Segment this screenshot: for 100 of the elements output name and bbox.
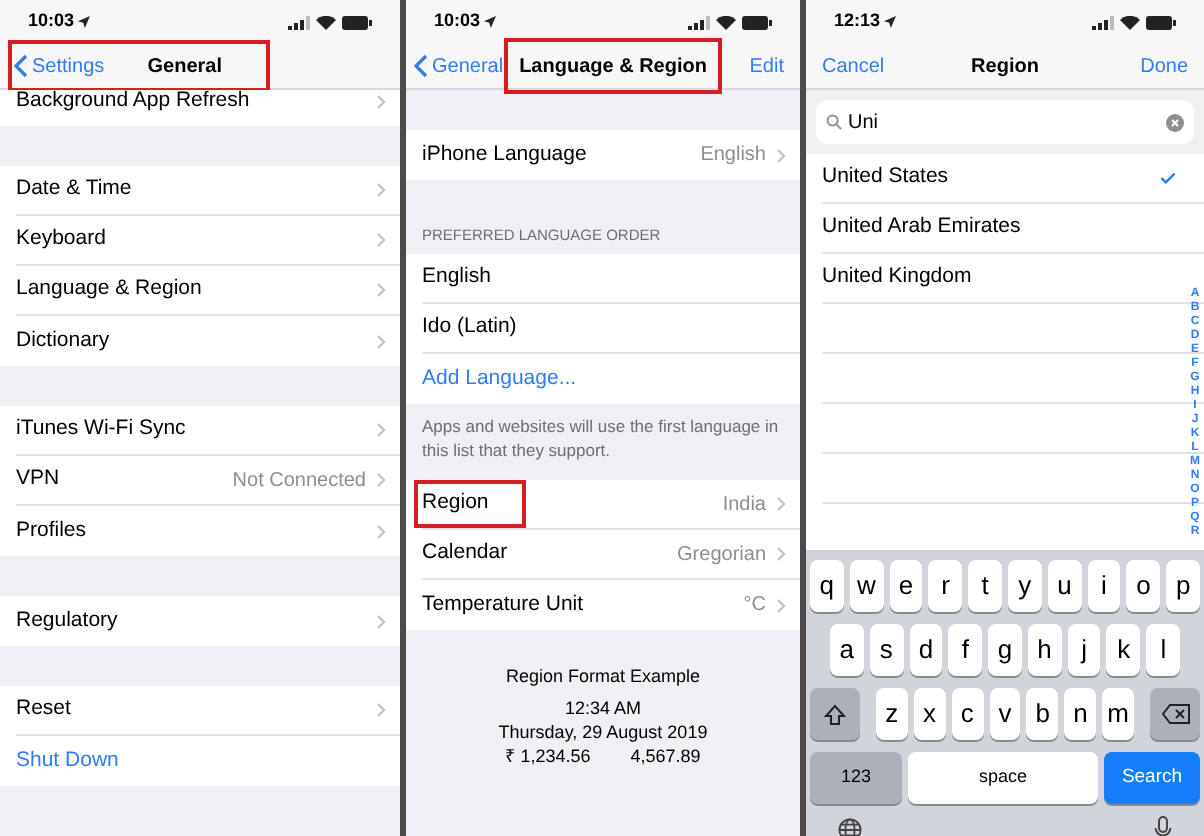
letter-key[interactable]: m <box>1102 688 1135 740</box>
chevron-icon <box>376 333 386 349</box>
status-time: 10:03 <box>28 8 75 35</box>
result-row[interactable]: United States <box>806 154 1204 204</box>
row-label: United Arab Emirates <box>822 212 1021 243</box>
row-label: Region <box>414 480 526 528</box>
settings-row[interactable]: Calendar Gregorian <box>406 530 800 580</box>
row-label: United Kingdom <box>822 262 972 293</box>
battery-icon <box>742 15 772 29</box>
microphone-icon[interactable] <box>1154 816 1172 836</box>
letter-key[interactable]: f <box>948 624 983 676</box>
battery-icon <box>342 15 372 29</box>
search-field[interactable]: Uni <box>816 100 1194 144</box>
back-button[interactable]: Settings <box>14 51 105 81</box>
settings-row[interactable]: Dictionary <box>0 316 400 366</box>
letter-key[interactable]: w <box>849 560 884 612</box>
nav-action-button[interactable]: Done <box>1140 51 1196 81</box>
row-value: °C <box>743 592 766 620</box>
letter-key[interactable]: t <box>968 560 1002 612</box>
letter-key[interactable]: v <box>989 688 1021 740</box>
settings-row[interactable]: Temperature Unit °C <box>406 580 800 630</box>
checkmark-icon <box>1160 172 1176 184</box>
settings-row[interactable]: Region India <box>406 480 800 530</box>
settings-row[interactable]: iPhone Language English <box>406 130 800 180</box>
cancel-button[interactable]: Cancel <box>814 51 885 81</box>
nav-title: Language & Region <box>503 38 723 94</box>
row-label: English <box>422 262 491 293</box>
example-amount: 4,567.89 <box>630 744 701 768</box>
chevron-icon <box>376 422 386 438</box>
letter-key[interactable]: u <box>1047 560 1082 612</box>
letter-key[interactable]: n <box>1064 688 1097 740</box>
search-key[interactable]: Search <box>1104 752 1200 804</box>
row-label: Language & Region <box>16 274 202 305</box>
letter-key[interactable]: k <box>1106 624 1141 676</box>
settings-row[interactable]: Reset <box>0 686 400 736</box>
letter-key[interactable]: y <box>1007 560 1042 612</box>
search-icon <box>826 114 842 130</box>
signal-icon <box>688 15 710 29</box>
back-chevron-icon <box>414 54 428 78</box>
letter-key[interactable]: b <box>1026 688 1059 740</box>
numbers-key[interactable]: 123 <box>810 752 902 804</box>
row-label: Keyboard <box>16 224 106 255</box>
letter-key[interactable]: j <box>1067 624 1101 676</box>
letter-key[interactable]: q <box>810 560 844 612</box>
letter-key[interactable]: h <box>1027 624 1062 676</box>
settings-row[interactable]: Profiles <box>0 506 400 556</box>
settings-row[interactable]: Background App Refresh <box>0 90 400 126</box>
letter-key[interactable]: e <box>889 560 923 612</box>
wifi-icon <box>316 15 336 29</box>
location-arrow-icon <box>78 16 91 28</box>
settings-row[interactable]: Shut Down <box>0 736 400 786</box>
letter-key[interactable]: a <box>830 624 864 676</box>
status-time: 10:03 <box>434 8 481 35</box>
settings-row[interactable]: Keyboard <box>0 216 400 266</box>
globe-icon[interactable] <box>838 817 862 836</box>
settings-row[interactable]: iTunes Wi-Fi Sync <box>0 406 400 456</box>
row-label: iPhone Language <box>422 139 587 170</box>
shift-key[interactable] <box>810 688 860 740</box>
wifi-icon <box>1120 15 1140 29</box>
letter-key[interactable]: l <box>1146 624 1181 676</box>
row-label: Date & Time <box>16 174 132 205</box>
back-chevron-icon <box>14 54 28 78</box>
chevron-icon <box>376 613 386 629</box>
letter-key[interactable]: r <box>928 560 963 612</box>
chevron-icon <box>376 702 386 718</box>
letter-key[interactable]: g <box>988 624 1022 676</box>
delete-key[interactable] <box>1150 688 1201 740</box>
row-label: VPN <box>16 464 60 495</box>
chevron-icon <box>376 282 386 298</box>
back-button[interactable]: General <box>414 51 504 81</box>
letter-key[interactable]: x <box>913 688 946 740</box>
example-title: Region Format Example <box>505 664 701 688</box>
settings-row[interactable]: Ido (Latin) <box>406 304 800 354</box>
settings-row[interactable]: Language & Region <box>0 266 400 316</box>
chevron-icon <box>776 597 786 613</box>
settings-row[interactable]: Date & Time <box>0 166 400 216</box>
signal-icon <box>1092 15 1114 29</box>
letter-key[interactable]: o <box>1126 560 1161 612</box>
letter-key[interactable]: z <box>876 688 908 740</box>
row-value: English <box>700 142 766 170</box>
space-key[interactable]: space <box>908 752 1098 804</box>
result-row[interactable]: United Arab Emirates <box>806 204 1204 254</box>
settings-row[interactable]: VPN Not Connected <box>0 456 400 506</box>
nav-title: General <box>147 53 222 81</box>
wifi-icon <box>716 15 736 29</box>
letter-key[interactable]: p <box>1166 560 1200 612</box>
chevron-icon <box>776 546 786 562</box>
row-label: Reset <box>16 694 71 725</box>
letter-key[interactable]: s <box>869 624 904 676</box>
letter-key[interactable]: i <box>1087 560 1121 612</box>
chevron-icon <box>776 496 786 512</box>
nav-action-button[interactable]: Edit <box>749 51 792 81</box>
letter-key[interactable]: d <box>909 624 943 676</box>
nav-title: Region <box>971 53 1039 81</box>
clear-icon[interactable] <box>1166 113 1184 131</box>
settings-row[interactable]: Add Language... <box>406 354 800 404</box>
settings-row[interactable]: English <box>406 254 800 304</box>
status-time: 12:13 <box>834 8 881 35</box>
settings-row[interactable]: Regulatory <box>0 596 400 646</box>
letter-key[interactable]: c <box>951 688 984 740</box>
